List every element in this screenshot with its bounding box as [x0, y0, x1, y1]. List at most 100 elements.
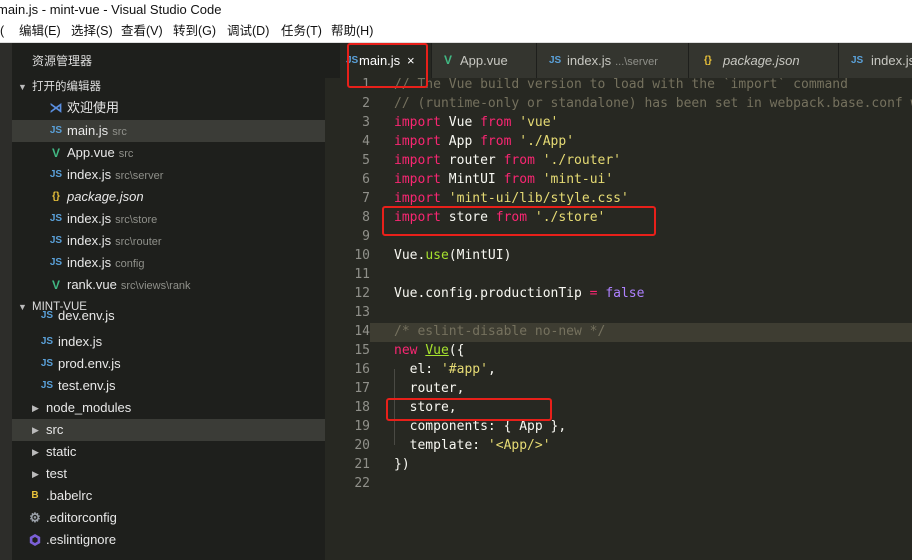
open-editor-path: src: [118, 148, 134, 160]
code-line[interactable]: // (runtime-only or standalone) has been…: [394, 94, 912, 113]
chevron-right-icon: ▶: [32, 469, 39, 479]
code-line[interactable]: }): [394, 455, 410, 474]
js-icon: JS: [851, 55, 864, 66]
code-line[interactable]: new Vue({: [394, 341, 464, 360]
js-icon: JS: [49, 257, 63, 268]
code-line[interactable]: Vue.use(MintUI): [394, 246, 511, 265]
js-icon: JS: [40, 380, 54, 391]
open-editor-item[interactable]: JS index.js src\store: [12, 208, 325, 230]
tab-index-js[interactable]: JS index.js: [839, 43, 912, 78]
tree-item[interactable]: JS index.js: [12, 331, 325, 353]
explorer-title: 资源管理器: [32, 54, 93, 68]
window-title-bar: main.js - mint-vue - Visual Studio Code: [0, 0, 912, 20]
code-line[interactable]: // The Vue build version to load with th…: [394, 78, 848, 94]
menu-item-select[interactable]: 选择(S): [71, 20, 113, 42]
open-editor-item[interactable]: JS index.js src\server: [12, 164, 325, 186]
tree-item[interactable]: .eslintignore: [12, 529, 325, 551]
open-editor-item[interactable]: ⋊ 欢迎使用: [12, 97, 325, 119]
line-number: 17: [354, 381, 370, 396]
line-number: 19: [354, 419, 370, 434]
babel-icon: B: [31, 490, 39, 501]
open-editors-header[interactable]: ▼ 打开的编辑器: [12, 76, 325, 98]
menu-item-help[interactable]: 帮助(H): [331, 20, 373, 42]
open-editor-name: index.js: [67, 211, 112, 226]
tree-item-name: .editorconfig: [46, 510, 117, 525]
line-number: 6: [362, 172, 370, 187]
code-line[interactable]: import Vue from 'vue': [394, 113, 558, 132]
line-number: 18: [354, 400, 370, 415]
gear-icon: ⚙: [29, 510, 41, 525]
line-number: 12: [354, 286, 370, 301]
annotation-box-import-store: [382, 206, 656, 236]
tree-folder[interactable]: ▶ src: [12, 419, 325, 441]
menu-item-goto[interactable]: 转到(G): [173, 20, 216, 42]
tab-label: index.js: [871, 53, 912, 68]
code-editor[interactable]: 1// The Vue build version to load with t…: [325, 78, 912, 560]
code-line[interactable]: router,: [394, 379, 465, 398]
menu-item-view[interactable]: 查看(V): [121, 20, 163, 42]
code-line[interactable]: import MintUI from 'mint-ui': [394, 170, 613, 189]
tree-item-name: src: [46, 422, 64, 437]
menu-item-debug[interactable]: 调试(D): [227, 20, 269, 42]
code-line[interactable]: import router from './router': [394, 151, 621, 170]
menu-item-edit[interactable]: 编辑(E): [19, 20, 61, 42]
chevron-right-icon: ▶: [32, 425, 39, 435]
js-icon: JS: [49, 169, 63, 180]
tree-item[interactable]: ⚙ .editorconfig: [12, 507, 325, 529]
tab-label: package.json: [723, 53, 800, 68]
vue-icon: V: [51, 146, 60, 160]
tab-app-vue[interactable]: V App.vue: [432, 43, 537, 78]
line-number: 11: [354, 267, 370, 282]
code-line[interactable]: template: '<App/>': [394, 436, 551, 455]
open-editors-label: 打开的编辑器: [32, 81, 101, 93]
line-number: 22: [354, 476, 370, 491]
open-editor-path: src\server: [115, 170, 164, 182]
js-icon: JS: [49, 125, 63, 136]
line-number: 7: [362, 191, 370, 206]
vue-icon: V: [51, 278, 60, 292]
line-number: 2: [362, 96, 370, 111]
open-editor-item[interactable]: JS index.js src\router: [12, 230, 325, 252]
json-icon: {}: [704, 55, 712, 66]
js-icon: JS: [49, 213, 63, 224]
code-line[interactable]: Vue.config.productionTip = false: [394, 284, 644, 303]
code-line[interactable]: el: '#app',: [394, 360, 496, 379]
annotation-box-store-prop: [386, 398, 552, 421]
open-editor-item[interactable]: V rank.vue src\views\rank: [12, 274, 325, 296]
tree-item-name: test: [46, 466, 67, 481]
open-editor-item[interactable]: JS main.js src: [12, 120, 325, 142]
open-editor-item[interactable]: {} package.json: [12, 186, 325, 208]
open-editor-name: package.json: [67, 189, 144, 204]
menu-item-task[interactable]: 任务(T): [281, 20, 322, 42]
line-number: 9: [362, 229, 370, 244]
tree-item-name: static: [46, 444, 77, 459]
tree-item[interactable]: JS prod.env.js: [12, 353, 325, 375]
tab-index-js-server[interactable]: JS index.js ...\server: [537, 43, 689, 78]
line-number: 8: [362, 210, 370, 225]
code-line[interactable]: /* eslint-disable no-new */: [394, 322, 605, 341]
js-icon: JS: [40, 310, 54, 321]
open-editor-item[interactable]: V App.vue src: [12, 142, 325, 164]
tree-item[interactable]: B .babelrc: [12, 485, 325, 507]
menu-item-partial[interactable]: (: [0, 20, 4, 42]
open-editor-name: index.js: [67, 233, 112, 248]
tree-folder[interactable]: ▶ test: [12, 463, 325, 485]
tree-item-name: .eslintignore: [46, 532, 117, 547]
line-number: 14: [354, 324, 370, 339]
tree-item[interactable]: JS dev.env.js: [12, 309, 325, 327]
js-icon: JS: [549, 55, 562, 66]
chevron-right-icon: ▶: [32, 447, 39, 457]
tab-label: index.js: [567, 53, 612, 68]
tree-item[interactable]: JS test.env.js: [12, 375, 325, 397]
tree-folder[interactable]: ▶ node_modules: [12, 397, 325, 419]
vscode-icon: ⋊: [49, 100, 63, 115]
tree-folder[interactable]: ▶ static: [12, 441, 325, 463]
tab-label: App.vue: [460, 53, 508, 68]
tab-package-json[interactable]: {} package.json: [689, 43, 839, 78]
line-number: 20: [354, 438, 370, 453]
open-editor-name: rank.vue: [67, 277, 117, 292]
open-editor-item[interactable]: JS index.js config: [12, 252, 325, 274]
code-line[interactable]: import App from './App': [394, 132, 574, 151]
explorer-sidebar: 资源管理器 ▼ 打开的编辑器 ⋊ 欢迎使用 JS main.js src V Ap…: [12, 43, 325, 560]
line-number: 16: [354, 362, 370, 377]
